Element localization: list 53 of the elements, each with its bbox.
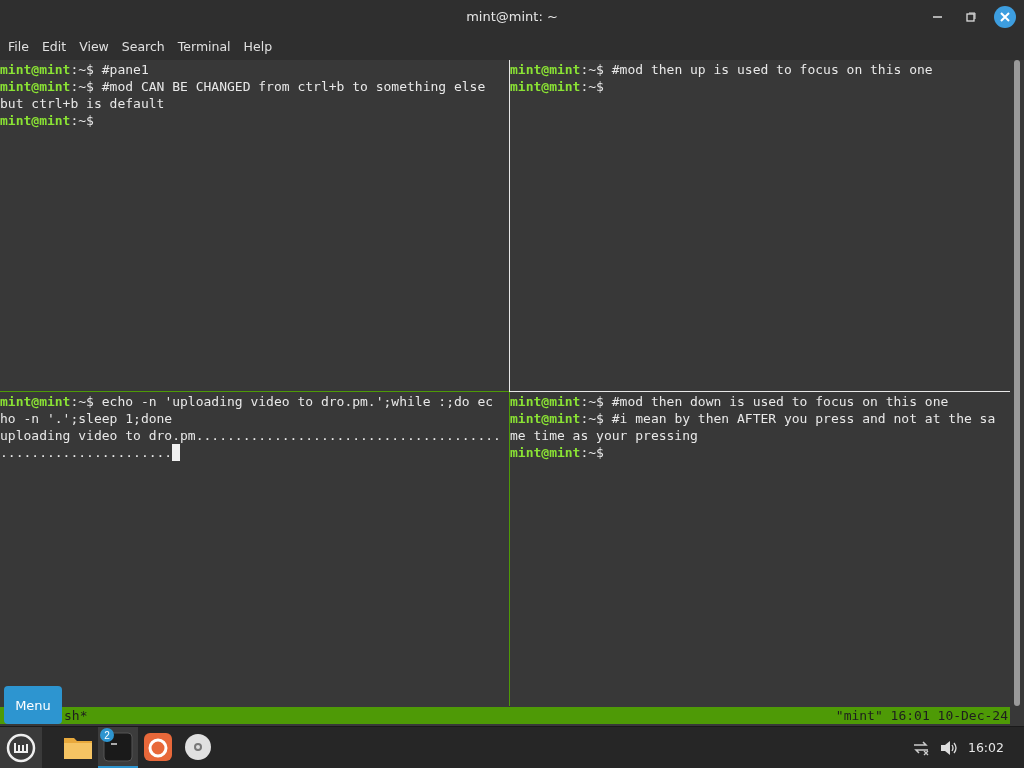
restore-icon — [966, 12, 976, 22]
terminal-text: #mod then down is used to focus on this one — [610, 393, 949, 410]
terminal-text: ho -n '.';sleep 1;done — [0, 410, 173, 427]
scrollbar[interactable] — [1014, 60, 1020, 706]
prompt-user: mint@mint — [510, 78, 581, 95]
prompt-user: mint@mint — [0, 393, 71, 410]
prompt-user: mint@mint — [510, 444, 581, 461]
disc-icon — [184, 732, 212, 761]
prompt-path: :~$ — [580, 78, 604, 95]
menu-item[interactable]: Terminal — [173, 39, 235, 54]
terminal-text: #pane1 — [100, 61, 149, 78]
menu-tooltip: Menu — [4, 686, 62, 724]
terminal-text: but ctrl+b is default — [0, 95, 165, 112]
prompt-path: :~$ — [70, 78, 94, 95]
prompt-path: :~$ — [580, 393, 604, 410]
menu-item[interactable]: File — [4, 39, 33, 54]
window-title: mint@mint: ~ — [466, 9, 558, 24]
prompt-path: :~$ — [70, 393, 94, 410]
close-icon — [1000, 12, 1010, 22]
prompt-path: :~$ — [580, 61, 604, 78]
prompt-user: mint@mint — [510, 393, 581, 410]
prompt-user: mint@mint — [510, 410, 581, 427]
menu-item[interactable]: Help — [239, 39, 277, 54]
window-count-badge: 2 — [100, 728, 114, 742]
terminal-text: ...................... — [0, 444, 173, 461]
prompt-user: mint@mint — [0, 78, 71, 95]
status-info: "mint" 16:01 10-Dec-24 — [835, 708, 1009, 723]
terminal-icon — [103, 731, 133, 762]
status-session: sh* — [63, 708, 88, 723]
menu-item[interactable]: Search — [117, 39, 169, 54]
minimize-icon — [932, 16, 942, 18]
menu-button[interactable] — [0, 727, 42, 768]
prompt-user: mint@mint — [0, 61, 71, 78]
mint-logo-icon — [6, 732, 36, 763]
prompt-path: :~$ — [580, 410, 604, 427]
terminal-text: #mod then up is used to focus on this one — [610, 61, 933, 78]
terminal-text: #mod CAN BE CHANGED from ctrl+b to something else — [100, 78, 486, 95]
prompt-path: :~$ — [580, 444, 604, 461]
prompt-path: :~$ — [70, 112, 94, 129]
clock[interactable]: 16:02 — [967, 740, 1004, 755]
terminal-text: #i mean by then AFTER you press and not at the sa — [610, 410, 996, 427]
close-button[interactable] — [994, 6, 1016, 28]
terminal-text: echo -n 'uploading video to dro.pm.';while :;do ec — [100, 393, 494, 410]
terminal-text: uploading video to dro.pm....................................... — [0, 427, 501, 444]
menu-item[interactable]: View — [75, 39, 113, 54]
prompt-user: mint@mint — [510, 61, 581, 78]
fox-icon — [144, 732, 172, 761]
volume-icon[interactable] — [939, 739, 958, 756]
menu-item[interactable]: Edit — [37, 39, 71, 54]
prompt-path: :~$ — [70, 61, 94, 78]
terminal-text: me time as your pressing — [510, 427, 698, 444]
prompt-user: mint@mint — [0, 112, 71, 129]
network-icon[interactable] — [911, 739, 930, 756]
